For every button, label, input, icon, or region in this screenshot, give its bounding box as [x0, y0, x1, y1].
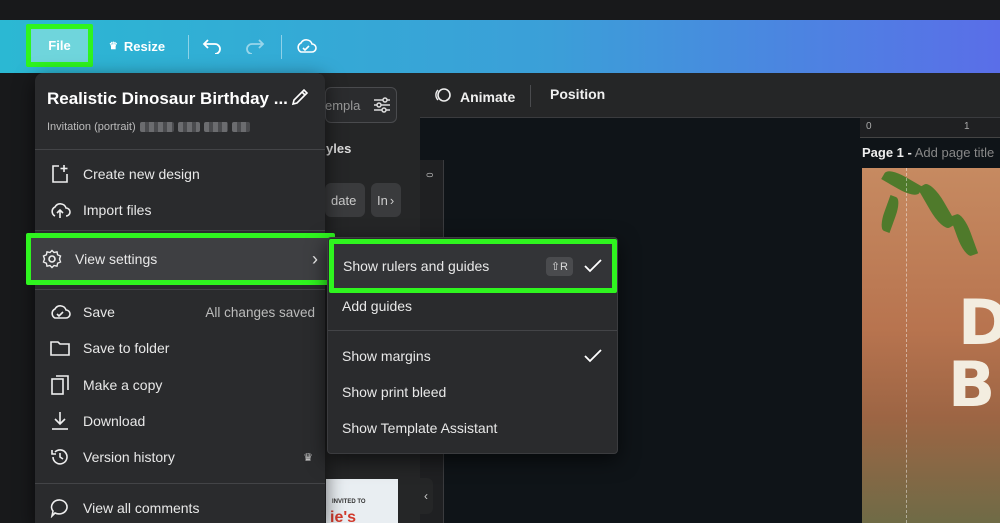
- top-toolbar: File ♛ Resize: [0, 20, 1000, 73]
- add-guides-item[interactable]: Add guides: [328, 288, 617, 324]
- menu-item-label: Make a copy: [83, 377, 163, 393]
- file-menu-label: File: [48, 38, 71, 53]
- menu-item-label: Create new design: [83, 166, 200, 182]
- menu-item-label: Download: [83, 413, 146, 429]
- chevron-right-icon: ›: [389, 192, 395, 208]
- checkmark-icon: [583, 346, 603, 366]
- redo-icon[interactable]: [241, 32, 269, 60]
- animate-label: Animate: [460, 88, 516, 105]
- guide-line: [906, 168, 907, 523]
- template-thumbnail[interactable]: INVITED TO ie's: [326, 479, 398, 523]
- menu-divider: [35, 149, 325, 150]
- page-title-placeholder: Add page title: [914, 145, 995, 160]
- leaf-decoration: [949, 211, 979, 259]
- make-a-copy-item[interactable]: Make a copy: [45, 369, 315, 401]
- menu-item-label: Import files: [83, 202, 152, 218]
- style-chip-label: In: [377, 192, 388, 208]
- page-number: Page 1 -: [862, 145, 912, 160]
- submenu-item-label: Show print bleed: [342, 384, 447, 400]
- import-files-item[interactable]: Import files: [45, 194, 315, 226]
- ruler-tick: 0: [424, 172, 435, 178]
- history-icon: [49, 446, 71, 468]
- menu-item-label: View settings: [75, 251, 158, 267]
- show-margins-item[interactable]: Show margins: [328, 338, 617, 374]
- page-title[interactable]: Page 1 - Add page title: [862, 145, 994, 160]
- menu-item-label: Save to folder: [83, 340, 170, 356]
- crown-icon: ♛: [303, 451, 313, 464]
- show-template-assistant-item[interactable]: Show Template Assistant: [328, 410, 617, 446]
- comment-icon: [49, 497, 71, 519]
- folder-icon: [49, 337, 71, 359]
- menu-divider: [35, 483, 325, 484]
- copy-icon: [49, 374, 71, 396]
- submenu-item-label: Add guides: [342, 298, 413, 314]
- position-button[interactable]: Position: [550, 86, 605, 102]
- save-status: All changes saved: [205, 304, 315, 320]
- view-settings-submenu: Show rulers and guides ⇧R Add guides Sho…: [327, 237, 618, 454]
- toolbar-divider: [530, 85, 531, 107]
- shortcut-badge: ⇧R: [545, 256, 573, 276]
- animate-button[interactable]: Animate: [434, 86, 515, 107]
- show-print-bleed-item[interactable]: Show print bleed: [328, 374, 617, 410]
- menu-divider: [35, 289, 325, 290]
- editor-toolbar: Animate Position: [420, 73, 1000, 118]
- design-type: Invitation (portrait): [47, 121, 250, 133]
- toolbar-divider: [188, 35, 189, 59]
- position-label: Position: [550, 86, 606, 102]
- animate-icon: [434, 86, 452, 107]
- menu-divider: [35, 230, 325, 231]
- ruler-tick: 0: [866, 121, 872, 132]
- leaf-decoration: [878, 195, 902, 233]
- template-search-input[interactable]: empla: [325, 87, 397, 123]
- design-title[interactable]: Realistic Dinosaur Birthday ...: [47, 89, 288, 109]
- menu-item-label: Version history: [83, 449, 175, 465]
- show-rulers-and-guides-item[interactable]: Show rulers and guides ⇧R: [329, 239, 617, 293]
- filter-icon[interactable]: [373, 97, 391, 118]
- resize-button[interactable]: ♛ Resize: [100, 28, 174, 65]
- title-letter-b: B: [948, 348, 996, 421]
- undo-icon[interactable]: [198, 32, 226, 60]
- menu-divider: [328, 330, 617, 331]
- view-all-comments-item[interactable]: View all comments: [45, 492, 315, 523]
- submenu-item-label: Show Template Assistant: [342, 420, 498, 436]
- toolbar-divider: [281, 35, 282, 59]
- resize-label: Resize: [123, 39, 166, 54]
- gear-icon: [41, 248, 63, 270]
- create-new-design-item[interactable]: Create new design: [45, 158, 315, 190]
- style-chip[interactable]: date: [325, 183, 365, 217]
- save-to-folder-item[interactable]: Save to folder: [45, 332, 315, 364]
- menu-item-label: Save: [83, 304, 115, 320]
- design-type-label: Invitation (portrait): [47, 121, 136, 133]
- collapse-panel-button[interactable]: ‹: [419, 478, 433, 514]
- download-icon: [49, 410, 71, 432]
- design-page[interactable]: D B: [862, 168, 1000, 523]
- checkmark-icon: [583, 256, 603, 276]
- ruler-tick: 1: [964, 121, 970, 132]
- styles-heading: yles: [326, 141, 352, 156]
- file-menu-button[interactable]: File: [26, 24, 93, 67]
- download-item[interactable]: Download: [45, 405, 315, 437]
- chevron-right-icon: ›: [312, 248, 318, 269]
- menu-item-label: View all comments: [83, 500, 200, 516]
- style-chip[interactable]: In ›: [371, 183, 401, 217]
- add-file-icon: [49, 163, 71, 185]
- thumbnail-text: INVITED TO: [332, 499, 366, 505]
- leaf-decoration: [917, 180, 957, 232]
- crown-icon: ♛: [108, 41, 118, 52]
- search-placeholder: empla: [325, 98, 361, 113]
- thumbnail-text: ie's: [330, 509, 357, 523]
- leaf-decoration: [881, 168, 923, 200]
- view-settings-item[interactable]: View settings ›: [26, 233, 335, 285]
- save-item[interactable]: Save All changes saved: [45, 296, 315, 328]
- cloud-upload-icon: [49, 199, 71, 221]
- cloud-sync-icon[interactable]: [292, 32, 320, 60]
- submenu-item-label: Show margins: [342, 348, 431, 364]
- file-menu: Realistic Dinosaur Birthday ... Invitati…: [26, 73, 335, 523]
- horizontal-ruler[interactable]: 0 1: [860, 118, 1000, 138]
- version-history-item[interactable]: Version history ♛: [45, 441, 315, 473]
- submenu-item-label: Show rulers and guides: [343, 258, 490, 274]
- pencil-icon[interactable]: [290, 87, 310, 112]
- cloud-check-icon: [49, 301, 71, 323]
